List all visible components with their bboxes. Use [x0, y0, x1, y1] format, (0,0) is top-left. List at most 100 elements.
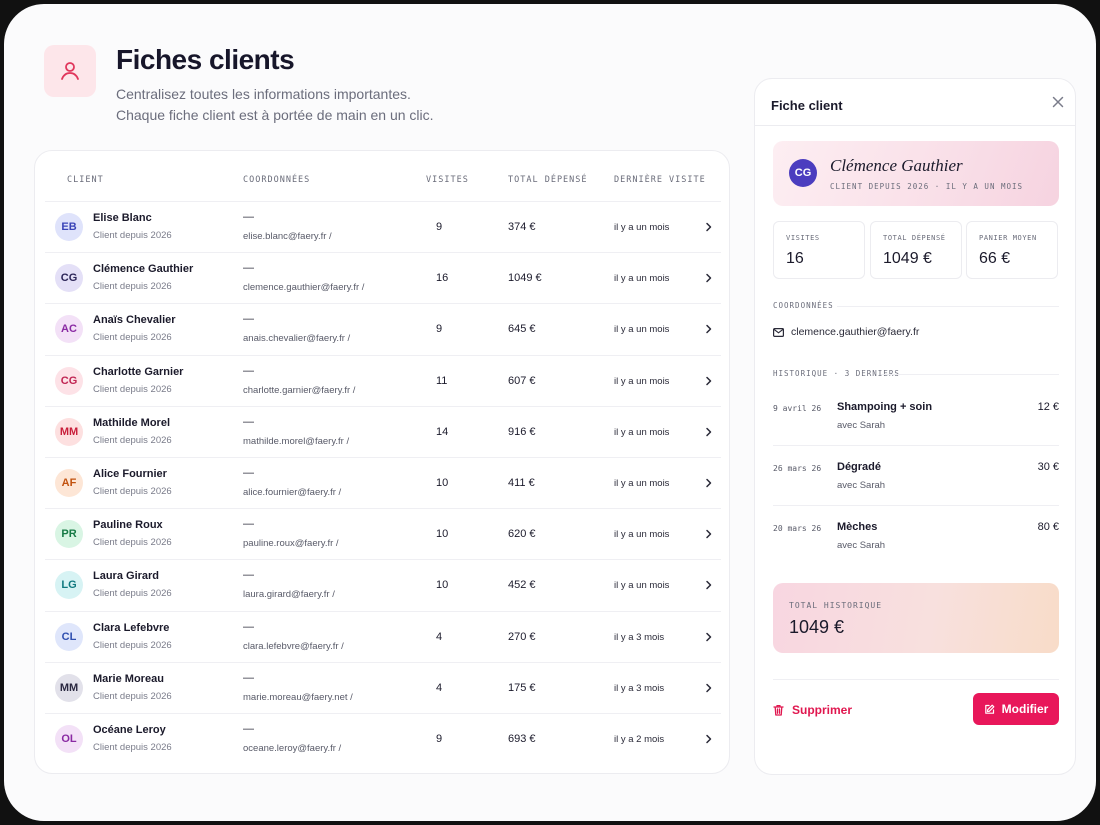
history-price: 30 €: [1037, 461, 1059, 473]
column-header-total: TOTAL DÉPENSÉ: [508, 175, 588, 185]
client-since: Client depuis 2026: [93, 332, 172, 344]
table-row[interactable]: CG Charlotte Garnier Client depuis 2026 …: [45, 354, 721, 406]
stat-label: PANIER MOYEN: [979, 234, 1037, 242]
client-name: Clémence Gauthier: [93, 263, 194, 276]
user-icon: [61, 62, 79, 80]
panel-title: Fiche client: [771, 98, 843, 113]
subtitle-line-1: Centralisez toutes les informations impo…: [116, 86, 411, 102]
client-avatar: MM: [55, 417, 83, 446]
actions-divider: [773, 679, 1059, 680]
table-row[interactable]: AC Anaïs Chevalier Client depuis 2026 — …: [45, 303, 721, 354]
client-email: pauline.roux@faery.fr /: [243, 538, 339, 550]
client-last-visit: il y a un mois: [614, 529, 670, 541]
client-since: Client depuis 2026: [93, 537, 172, 549]
header-icon-box: [44, 45, 96, 97]
stat-total-depense: TOTAL DÉPENSÉ 1049 €: [870, 221, 962, 279]
client-visits: 10: [436, 476, 449, 489]
table-row[interactable]: MM Mathilde Morel Client depuis 2026 — m…: [45, 405, 721, 457]
chevron-right-icon[interactable]: [702, 731, 716, 747]
history-date: 9 avril 26: [773, 404, 822, 413]
history-price: 80 €: [1037, 521, 1059, 533]
client-phone: —: [243, 364, 254, 377]
table-row[interactable]: AF Alice Fournier Client depuis 2026 — a…: [45, 456, 721, 508]
client-total: 270 €: [508, 630, 536, 643]
history-service: Mèches: [837, 521, 878, 533]
client-phone: —: [243, 415, 254, 428]
contact-email[interactable]: clemence.gauthier@faery.fr: [773, 326, 919, 338]
chevron-right-icon[interactable]: [702, 270, 716, 286]
stat-value: 1049 €: [883, 250, 932, 267]
client-avatar: LG: [55, 571, 83, 600]
client-last-visit: il y a un mois: [614, 324, 670, 336]
chevron-right-icon[interactable]: [702, 526, 716, 542]
edit-button[interactable]: Modifier: [973, 693, 1059, 725]
client-phone: —: [243, 569, 254, 582]
client-phone: —: [243, 620, 254, 633]
client-avatar: OL: [55, 724, 83, 753]
client-total: 175 €: [508, 681, 536, 694]
client-email: clemence.gauthier@faery.fr /: [243, 282, 365, 294]
table-row[interactable]: LG Laura Girard Client depuis 2026 — lau…: [45, 559, 721, 610]
client-email: anais.chevalier@faery.fr /: [243, 333, 351, 345]
chevron-right-icon[interactable]: [702, 629, 716, 645]
client-last-visit: il y a un mois: [614, 375, 670, 387]
client-phone: —: [243, 671, 254, 684]
client-avatar: CL: [55, 622, 83, 651]
client-phone: —: [243, 211, 254, 223]
client-since: Client depuis 2026: [93, 383, 172, 395]
chevron-right-icon[interactable]: [702, 475, 716, 491]
chevron-right-icon[interactable]: [702, 373, 716, 389]
panel-divider: [755, 125, 1075, 126]
history-item: 26 mars 26 Dégradé avec Sarah 30 €: [773, 461, 1059, 521]
table-row[interactable]: MM Marie Moreau Client depuis 2026 — mar…: [45, 661, 721, 713]
table-row[interactable]: CG Clémence Gauthier Client depuis 2026 …: [45, 252, 721, 303]
stat-label: TOTAL DÉPENSÉ: [883, 234, 946, 242]
history-divider: [881, 374, 1059, 375]
history-item: 20 mars 26 Mèches avec Sarah 80 €: [773, 521, 1059, 581]
client-email: laura.girard@faery.fr /: [243, 589, 335, 601]
client-avatar: EB: [55, 213, 83, 241]
hero-client-subtitle: CLIENT DEPUIS 2026 · IL Y A UN MOIS: [830, 182, 1024, 191]
edit-icon: [984, 704, 995, 714]
client-since: Client depuis 2026: [93, 741, 172, 753]
hero-avatar: CG: [789, 159, 817, 187]
chevron-right-icon[interactable]: [702, 680, 716, 696]
client-avatar: PR: [55, 520, 83, 549]
table-row[interactable]: PR Pauline Roux Client depuis 2026 — pau…: [45, 508, 721, 559]
client-visits: 16: [436, 272, 449, 285]
client-name: Alice Fournier: [93, 467, 167, 480]
delete-button[interactable]: Supprimer: [773, 695, 852, 725]
client-visits: 4: [436, 630, 443, 643]
chevron-right-icon[interactable]: [702, 219, 716, 235]
chevron-right-icon[interactable]: [702, 424, 716, 440]
client-total: 411 €: [508, 476, 535, 489]
table-row[interactable]: OL Océane Leroy Client depuis 2026 — oce…: [45, 712, 721, 764]
table-row[interactable]: EB Elise Blanc Client depuis 2026 — elis…: [45, 201, 721, 252]
client-total: 645 €: [508, 323, 536, 336]
client-phone: —: [243, 313, 254, 326]
client-visits: 11: [436, 374, 448, 387]
page-subtitle: Centralisez toutes les informations impo…: [116, 84, 476, 126]
client-visits: 10: [436, 579, 449, 592]
total-history-value: 1049 €: [789, 617, 845, 637]
client-visits: 9: [436, 323, 443, 336]
total-history-card: TOTAL HISTORIQUE 1049 €: [773, 583, 1059, 653]
close-icon[interactable]: [1049, 93, 1067, 111]
client-name: Charlotte Garnier: [93, 365, 184, 378]
client-since: Client depuis 2026: [93, 588, 172, 600]
table-row[interactable]: CL Clara Lefebvre Client depuis 2026 — c…: [45, 610, 721, 662]
client-total: 607 €: [508, 374, 536, 387]
history-service: Dégradé: [837, 461, 882, 473]
client-name: Marie Moreau: [93, 672, 164, 685]
client-visits: 4: [436, 681, 443, 694]
chevron-right-icon[interactable]: [702, 321, 716, 337]
client-phone: —: [243, 518, 254, 531]
stat-visites: VISITES 16: [773, 221, 865, 279]
client-total: 452 €: [508, 579, 536, 592]
client-email: clara.lefebvre@faery.fr /: [243, 640, 344, 652]
chevron-right-icon[interactable]: [702, 577, 716, 593]
edit-button-label: Modifier: [1001, 702, 1049, 716]
client-last-visit: il y a 3 mois: [614, 682, 665, 694]
client-visits: 14: [436, 425, 449, 438]
delete-button-label: Supprimer: [792, 703, 853, 717]
